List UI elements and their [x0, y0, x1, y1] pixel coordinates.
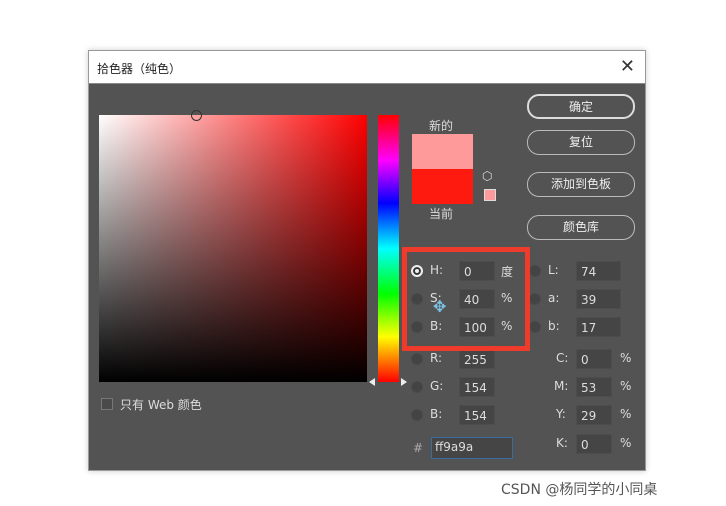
lab-b-label: b:: [548, 319, 560, 333]
red-radio[interactable]: [411, 353, 423, 365]
red-label: R:: [430, 351, 443, 365]
magenta-input[interactable]: 53: [576, 377, 612, 397]
magenta-unit: %: [620, 379, 632, 393]
blue-radio[interactable]: [411, 409, 423, 421]
lab-l-radio[interactable]: [529, 265, 541, 277]
hex-label: #: [413, 441, 424, 455]
web-safe-color-swatch[interactable]: [484, 189, 496, 201]
reset-button[interactable]: 复位: [527, 130, 635, 155]
close-icon[interactable]: ✕: [620, 56, 635, 77]
hue-slider-right-arrow-icon[interactable]: [401, 378, 407, 386]
hue-slider[interactable]: [378, 115, 399, 382]
new-color-swatch: [412, 134, 473, 169]
lab-a-radio[interactable]: [529, 293, 541, 305]
yellow-input[interactable]: 29: [576, 405, 612, 425]
cyan-unit: %: [620, 351, 632, 365]
yellow-unit: %: [620, 407, 632, 421]
yellow-label: Y:: [556, 407, 566, 421]
black-unit: %: [620, 436, 632, 450]
add-to-swatches-button[interactable]: 添加到色板: [527, 172, 635, 197]
black-input[interactable]: 0: [576, 434, 612, 454]
lab-b-input[interactable]: 17: [576, 317, 621, 337]
green-label: G:: [430, 379, 444, 393]
cyan-input[interactable]: 0: [576, 349, 612, 369]
magenta-label: M:: [554, 379, 569, 393]
blue-label: B:: [430, 407, 443, 421]
current-label: 当前: [429, 207, 454, 221]
lab-l-label: L:: [548, 263, 559, 277]
watermark: CSDN @杨同学的小同桌: [501, 482, 658, 498]
hue-slider-left-arrow-icon[interactable]: [369, 378, 375, 386]
dialog-title: 拾色器（纯色）: [97, 62, 182, 76]
lab-b-radio[interactable]: [529, 321, 541, 333]
web-colors-only-checkbox[interactable]: [101, 398, 113, 410]
green-input[interactable]: 154: [459, 377, 495, 397]
title-bar: 拾色器（纯色） ✕: [89, 51, 645, 84]
black-label: K:: [556, 436, 568, 450]
color-field[interactable]: [99, 115, 367, 382]
lab-a-label: a:: [548, 291, 560, 305]
current-color-swatch[interactable]: [412, 169, 473, 204]
new-label: 新的: [429, 119, 454, 133]
highlight-box: [402, 247, 530, 351]
color-libraries-button[interactable]: 颜色库: [527, 215, 635, 240]
color-picker-dialog: 拾色器（纯色） ✕ 新的 当前 ⬡ 确定 复位 添加到色板 颜色库 H: 0 度…: [88, 50, 646, 471]
cyan-label: C:: [556, 351, 569, 365]
green-radio[interactable]: [411, 381, 423, 393]
blue-input[interactable]: 154: [459, 405, 495, 425]
lab-a-input[interactable]: 39: [576, 289, 621, 309]
lab-l-input[interactable]: 74: [576, 261, 621, 281]
web-colors-only-label: 只有 Web 颜色: [120, 398, 202, 412]
hex-input[interactable]: ff9a9a: [431, 437, 513, 459]
color-field-picker[interactable]: [191, 110, 202, 121]
cube-warning-icon[interactable]: ⬡: [482, 169, 492, 183]
ok-button[interactable]: 确定: [527, 94, 635, 119]
red-input[interactable]: 255: [459, 349, 495, 369]
